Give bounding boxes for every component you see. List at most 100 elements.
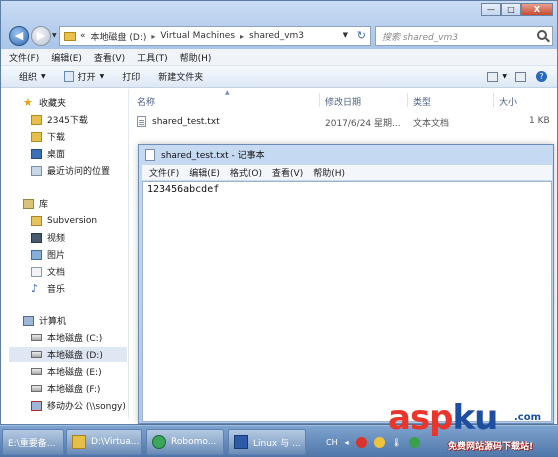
- file-modified: 2017/6/24 星期...: [325, 119, 401, 129]
- watermark-slogan: 免费网站源码下载站!: [448, 442, 534, 452]
- column-header-size[interactable]: 大小: [499, 95, 517, 108]
- robomongo-icon: [152, 435, 166, 449]
- taskbar-item-explorer-e[interactable]: E:\重要备...: [2, 429, 64, 455]
- input-language-indicator[interactable]: CH: [326, 438, 338, 447]
- nav-label: 视频: [47, 234, 66, 244]
- notepad-menu-format[interactable]: 格式(O): [230, 166, 262, 179]
- task-label: E:\重要备...: [8, 438, 56, 449]
- open-label: 打开: [77, 73, 96, 83]
- search-input[interactable]: 搜索 shared_vm3: [375, 26, 553, 46]
- nav-favorites[interactable]: ★ 收藏夹: [23, 95, 66, 110]
- menu-tools[interactable]: 工具(T): [137, 51, 168, 64]
- forward-arrow-icon[interactable]: ▶: [31, 26, 51, 46]
- nav-label: 本地磁盘 (D:): [47, 351, 103, 361]
- back-arrow-icon[interactable]: ◀: [9, 26, 29, 46]
- chevron-down-icon[interactable]: ▼: [502, 73, 507, 80]
- breadcrumb-shared-vm3[interactable]: shared_vm3: [249, 31, 304, 41]
- nav-videos[interactable]: 视频: [31, 230, 65, 245]
- nav-label: 本地磁盘 (F:): [47, 385, 101, 395]
- column-divider[interactable]: [493, 93, 494, 107]
- nav-desktop[interactable]: 桌面: [31, 146, 65, 161]
- search-icon[interactable]: [537, 30, 547, 40]
- nav-libraries[interactable]: 库: [23, 196, 48, 211]
- task-label: D:\Virtua...: [91, 437, 140, 447]
- notepad-text-area[interactable]: 123456abcdef: [142, 181, 552, 422]
- taskbar-item-explorer-d[interactable]: D:\Virtua...: [66, 429, 142, 455]
- nav-network-drive[interactable]: 移动办公 (\\songy): [31, 398, 126, 413]
- folder-icon: [72, 435, 86, 449]
- menu-view[interactable]: 查看(V): [94, 51, 125, 64]
- video-icon: [31, 232, 42, 243]
- column-header-modified[interactable]: 修改日期: [325, 95, 361, 108]
- breadcrumb-drive-d[interactable]: 本地磁盘 (D:): [91, 30, 147, 43]
- file-row[interactable]: shared_test.txt 2017/6/24 星期... 文本文档 1 K…: [137, 113, 555, 130]
- menu-help[interactable]: 帮助(H): [180, 51, 212, 64]
- folder-icon: [64, 31, 76, 41]
- nav-computer[interactable]: 计算机: [23, 313, 66, 328]
- task-label: Linux 与 ...: [253, 438, 301, 449]
- nav-documents[interactable]: 文档: [31, 264, 65, 279]
- nav-music[interactable]: ♪ 音乐: [31, 281, 65, 296]
- hard-drive-icon: [31, 334, 42, 341]
- breadcrumb-separator[interactable]: ▸: [151, 32, 155, 41]
- watermark-logo: aspku: [388, 398, 498, 438]
- view-mode-icon[interactable]: [487, 71, 499, 82]
- close-button[interactable]: X: [521, 3, 553, 16]
- organize-button[interactable]: 组织 ▼: [19, 70, 46, 83]
- hard-drive-icon: [31, 351, 42, 358]
- security-app-icon[interactable]: [355, 436, 367, 448]
- address-bar[interactable]: « 本地磁盘 (D:) ▸ Virtual Machines ▸ shared_…: [59, 26, 371, 46]
- maximize-button[interactable]: □: [501, 3, 521, 16]
- organize-label: 组织: [19, 73, 38, 83]
- column-header-type[interactable]: 类型: [413, 95, 431, 108]
- notepad-menu-edit[interactable]: 编辑(E): [189, 166, 220, 179]
- breadcrumb-separator[interactable]: ▸: [240, 32, 244, 41]
- nav-drive-e[interactable]: 本地磁盘 (E:): [31, 364, 102, 379]
- music-note-icon: ♪: [31, 281, 39, 295]
- taskbar-item-linux-doc[interactable]: Linux 与 ...: [228, 429, 306, 455]
- menu-file[interactable]: 文件(F): [9, 51, 39, 64]
- preview-pane-icon[interactable]: [515, 71, 526, 82]
- nav-pictures[interactable]: 图片: [31, 247, 65, 262]
- breadcrumb-virtual-machines[interactable]: Virtual Machines: [160, 31, 235, 41]
- history-dropdown-icon[interactable]: ▼: [52, 32, 57, 39]
- nav-drive-f[interactable]: 本地磁盘 (F:): [31, 381, 100, 396]
- nav-downloads[interactable]: 下载: [31, 129, 65, 144]
- notepad-menubar: 文件(F) 编辑(E) 格式(O) 查看(V) 帮助(H): [142, 165, 552, 180]
- column-divider[interactable]: [407, 93, 408, 107]
- word-document-icon: [234, 435, 248, 449]
- nav-label: 桌面: [47, 150, 66, 160]
- nav-recent-places[interactable]: 最近访问的位置: [31, 163, 110, 178]
- refresh-icon[interactable]: ↻: [357, 29, 366, 42]
- nav-label: 音乐: [47, 285, 66, 295]
- notepad-title: shared_test.txt - 记事本: [161, 151, 265, 161]
- navigation-pane: ★ 收藏夹 2345下载 下载 桌面 最近访问的位置 库 Subversion: [1, 89, 127, 419]
- nav-subversion[interactable]: Subversion: [31, 213, 97, 228]
- network-drive-icon: [31, 400, 42, 411]
- print-button[interactable]: 打印: [122, 70, 140, 83]
- notepad-menu-view[interactable]: 查看(V): [272, 166, 303, 179]
- taskbar-item-robomongo[interactable]: Robomo...: [146, 429, 224, 455]
- address-dropdown-icon[interactable]: ▼: [343, 31, 348, 39]
- column-header-name[interactable]: 名称: [137, 95, 155, 108]
- tray-expand-icon[interactable]: ◂: [345, 438, 349, 447]
- column-divider[interactable]: [319, 93, 320, 107]
- notepad-menu-file[interactable]: 文件(F): [149, 166, 179, 179]
- nav-drive-d[interactable]: 本地磁盘 (D:): [9, 347, 127, 362]
- new-folder-button[interactable]: 新建文件夹: [158, 70, 203, 83]
- notepad-menu-help[interactable]: 帮助(H): [313, 166, 345, 179]
- text-file-icon: [137, 116, 146, 127]
- nav-drive-c[interactable]: 本地磁盘 (C:): [31, 330, 102, 345]
- open-button[interactable]: 打开 ▼: [63, 70, 105, 83]
- menu-edit[interactable]: 编辑(E): [51, 51, 82, 64]
- window-controls: — □ X: [481, 3, 553, 16]
- nav-label: 图片: [47, 251, 66, 261]
- address-history-prefix[interactable]: «: [80, 31, 86, 41]
- nav-2345-downloads[interactable]: 2345下载: [31, 112, 88, 127]
- minimize-button[interactable]: —: [481, 3, 501, 16]
- help-icon[interactable]: ?: [536, 71, 547, 82]
- view-controls: ▼ ?: [479, 71, 547, 82]
- chevron-down-icon: ▼: [99, 73, 105, 80]
- notepad-icon: [145, 148, 155, 161]
- picture-icon: [31, 249, 42, 260]
